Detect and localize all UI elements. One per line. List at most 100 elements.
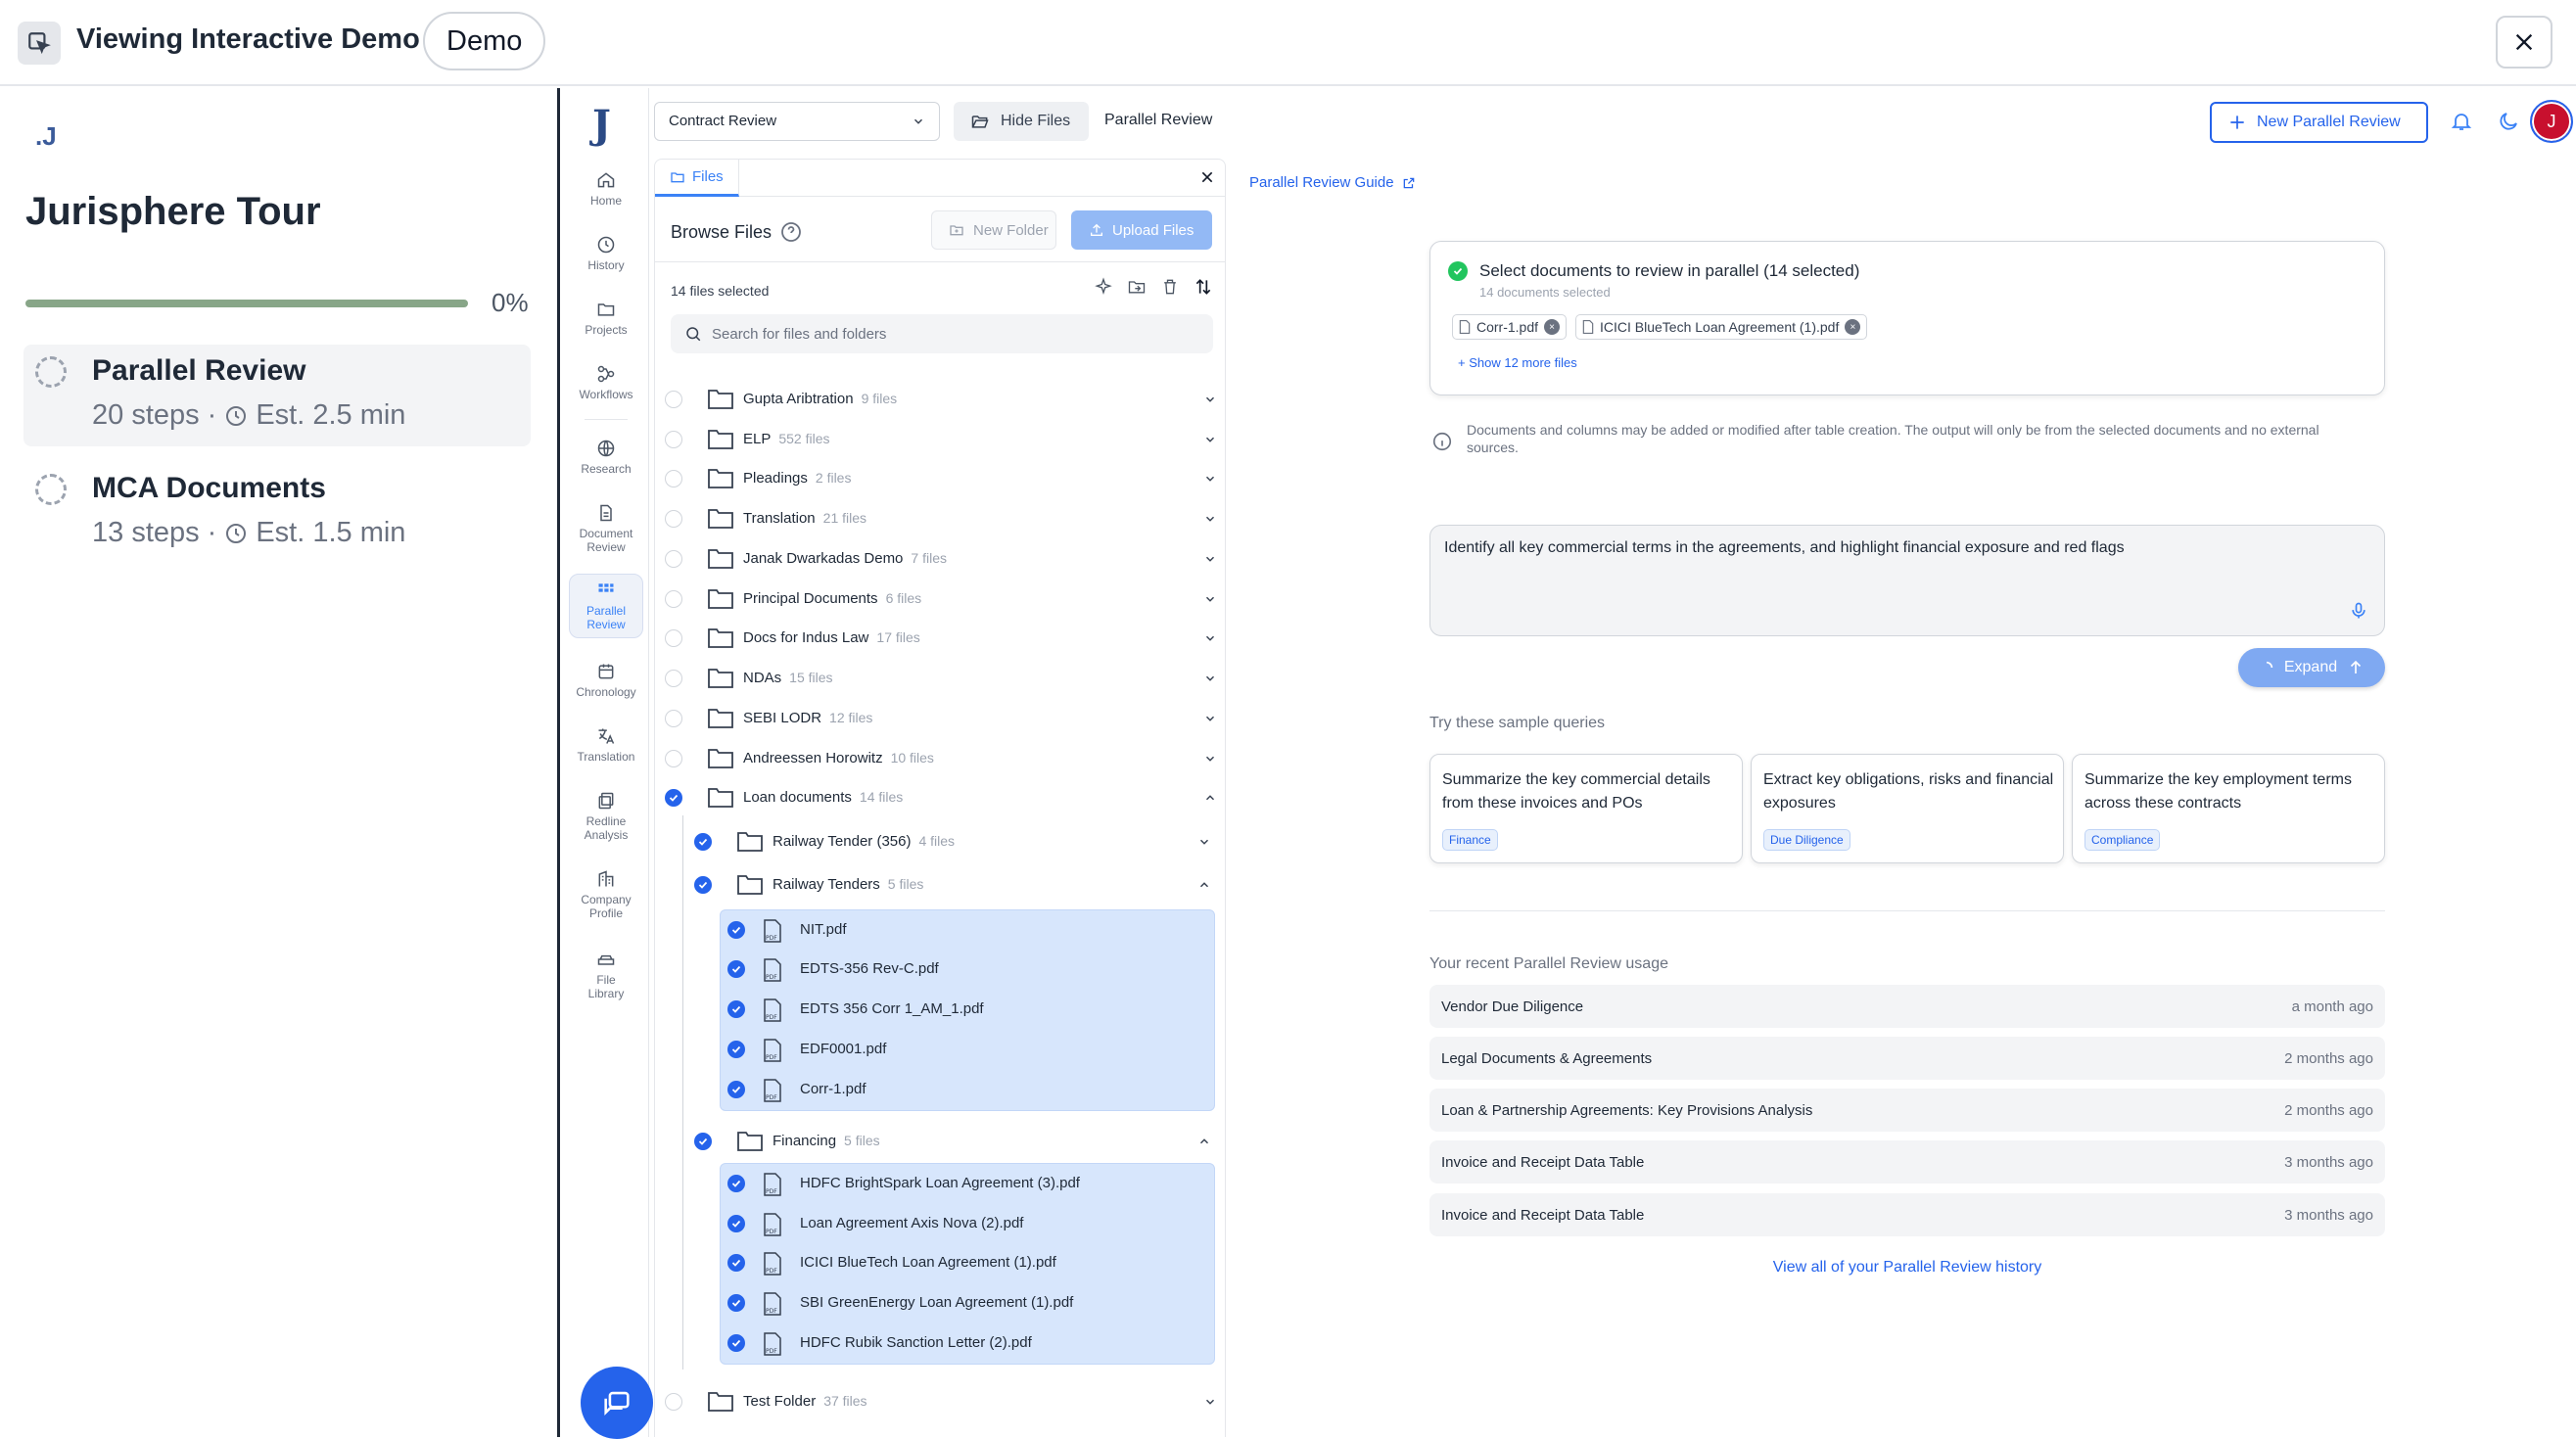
row-checkbox[interactable] (665, 670, 682, 687)
nav-home[interactable]: Home (569, 164, 643, 213)
folder-row[interactable]: Janak Dwarkadas Demo 7 files (655, 538, 1225, 578)
remove-chip-icon[interactable]: × (1845, 319, 1861, 335)
row-checkbox-checked[interactable] (694, 1133, 712, 1150)
row-checkbox-checked[interactable] (727, 1175, 745, 1192)
folder-row-loan-documents[interactable]: Loan documents 14 files (655, 777, 1225, 816)
tour-item-parallel-review[interactable]: Parallel Review 20 steps · Est. 2.5 min (23, 345, 531, 446)
row-checkbox[interactable] (665, 470, 682, 487)
file-row[interactable]: PDF Corr-1.pdf (655, 1069, 1225, 1108)
file-row[interactable]: PDF HDFC BrightSpark Loan Agreement (3).p… (655, 1163, 1225, 1202)
row-checkbox-checked[interactable] (727, 921, 745, 939)
row-checkbox-checked[interactable] (727, 1081, 745, 1098)
hide-files-button[interactable]: Hide Files (954, 102, 1089, 141)
nav-projects[interactable]: Projects (569, 294, 643, 343)
parallel-review-guide-link[interactable]: Parallel Review Guide (1249, 174, 1416, 191)
recent-review-row[interactable]: Legal Documents & Agreements 2 months ago (1429, 1037, 2385, 1080)
row-checkbox-checked[interactable] (727, 1334, 745, 1352)
row-checkbox-checked[interactable] (727, 1041, 745, 1058)
file-search-input[interactable]: Search for files and folders (671, 314, 1213, 353)
folder-row[interactable]: Test Folder 37 files (655, 1381, 1225, 1420)
folder-row[interactable]: Principal Documents 6 files (655, 579, 1225, 618)
nav-translation[interactable]: Translation (569, 720, 643, 769)
sample-query-card[interactable]: Extract key obligations, risks and finan… (1751, 754, 2064, 863)
nav-parallel-review[interactable]: Parallel Review (569, 574, 643, 638)
folder-row[interactable]: NDAs 15 files (655, 658, 1225, 697)
row-checkbox[interactable] (665, 510, 682, 528)
row-checkbox-checked[interactable] (694, 833, 712, 851)
row-checkbox-checked[interactable] (727, 1294, 745, 1312)
upload-files-button[interactable]: Upload Files (1071, 210, 1212, 250)
notifications-button[interactable] (2450, 110, 2473, 133)
nav-workflows[interactable]: Workflows (569, 358, 643, 407)
recent-review-row[interactable]: Vendor Due Diligence a month ago (1429, 985, 2385, 1028)
close-files-panel[interactable] (1199, 169, 1215, 185)
user-avatar[interactable]: J (2530, 100, 2573, 143)
row-checkbox-checked[interactable] (727, 1254, 745, 1272)
tab-files[interactable]: Files (655, 160, 739, 197)
file-row[interactable]: PDF HDFC Rubik Sanction Letter (2).pdf (655, 1323, 1225, 1362)
sample-query-card[interactable]: Summarize the key employment terms acros… (2072, 754, 2385, 863)
file-row[interactable]: PDF EDTS 356 Corr 1_AM_1.pdf (655, 989, 1225, 1028)
row-checkbox[interactable] (665, 431, 682, 448)
close-demo-button[interactable] (2496, 16, 2553, 69)
row-checkbox[interactable] (665, 750, 682, 767)
trash-icon[interactable] (1160, 277, 1180, 297)
row-checkbox[interactable] (665, 629, 682, 647)
sort-icon[interactable] (1194, 277, 1213, 297)
folder-row-financing[interactable]: Financing 5 files (655, 1121, 1225, 1160)
row-checkbox[interactable] (665, 590, 682, 608)
row-checkbox-checked[interactable] (694, 876, 712, 894)
theme-toggle[interactable] (2497, 110, 2520, 133)
row-checkbox[interactable] (665, 391, 682, 408)
nav-company-profile[interactable]: Company Profile (569, 863, 643, 926)
recent-review-row[interactable]: Invoice and Receipt Data Table 3 months a… (1429, 1193, 2385, 1236)
move-folder-icon[interactable] (1127, 277, 1147, 297)
tour-item-mca-documents[interactable]: MCA Documents 13 steps · Est. 1.5 min (23, 462, 531, 564)
folder-row[interactable]: Docs for Indus Law 17 files (655, 618, 1225, 657)
nav-file-library[interactable]: File Library (569, 944, 643, 1006)
folder-row[interactable]: Gupta Aribtration 9 files (655, 379, 1225, 418)
file-row[interactable]: PDF SBI GreenEnergy Loan Agreement (1).pd… (655, 1282, 1225, 1322)
file-row[interactable]: PDF Loan Agreement Axis Nova (2).pdf (655, 1203, 1225, 1242)
folder-row[interactable]: Andreessen Horowitz 10 files (655, 738, 1225, 777)
microphone-icon[interactable] (2349, 600, 2368, 622)
remove-chip-icon[interactable]: × (1544, 319, 1561, 335)
row-checkbox[interactable] (665, 1393, 682, 1411)
view-all-history-link[interactable]: View all of your Parallel Review history (1429, 1259, 2385, 1277)
folder-row[interactable]: SEBI LODR 12 files (655, 698, 1225, 737)
folder-row[interactable]: Translation 21 files (655, 498, 1225, 537)
app-logo[interactable]: J (592, 102, 611, 148)
folder-row-railway-tenders[interactable]: Railway Tenders 5 files (655, 864, 1225, 904)
row-checkbox[interactable] (665, 550, 682, 568)
chevron-down-icon (1205, 476, 1215, 482)
new-parallel-review-button[interactable]: New Parallel Review (2210, 102, 2428, 143)
nav-redline-analysis[interactable]: Redline Analysis (569, 785, 643, 848)
nav-chronology[interactable]: Chronology (569, 656, 643, 705)
sparkle-icon[interactable] (1094, 277, 1113, 297)
file-row[interactable]: PDF NIT.pdf (655, 909, 1225, 949)
new-folder-button[interactable]: New Folder (931, 210, 1056, 250)
sample-query-card[interactable]: Summarize the key commercial details fro… (1429, 754, 1743, 863)
row-checkbox-checked[interactable] (727, 1000, 745, 1018)
file-row[interactable]: PDF EDF0001.pdf (655, 1029, 1225, 1068)
workspace-select[interactable]: Contract Review (654, 102, 940, 141)
file-row[interactable]: PDF ICICI BlueTech Loan Agreement (1).pdf (655, 1242, 1225, 1281)
nav-history[interactable]: History (569, 229, 643, 278)
check-icon (731, 1299, 741, 1307)
expand-button[interactable]: Expand (2238, 648, 2385, 687)
file-row[interactable]: PDF EDTS-356 Rev-C.pdf (655, 949, 1225, 988)
recent-review-row[interactable]: Loan & Partnership Agreements: Key Provi… (1429, 1089, 2385, 1132)
row-checkbox-checked[interactable] (727, 1215, 745, 1232)
query-input[interactable]: Identify all key commercial terms in the… (1429, 525, 2385, 636)
nav-research[interactable]: Research (569, 433, 643, 482)
row-checkbox-checked[interactable] (727, 960, 745, 978)
folder-row[interactable]: ELP 552 files (655, 419, 1225, 458)
folder-row-railway-tender-356[interactable]: Railway Tender (356) 4 files (655, 821, 1225, 860)
show-more-files-link[interactable]: + Show 12 more files (1458, 355, 1577, 370)
recent-review-row[interactable]: Invoice and Receipt Data Table 3 months a… (1429, 1140, 2385, 1184)
row-checkbox-checked[interactable] (665, 789, 682, 807)
folder-row[interactable]: Pleadings 2 files (655, 458, 1225, 497)
row-checkbox[interactable] (665, 710, 682, 727)
nav-document-review[interactable]: Document Review (569, 497, 643, 560)
chat-button[interactable] (581, 1367, 653, 1439)
